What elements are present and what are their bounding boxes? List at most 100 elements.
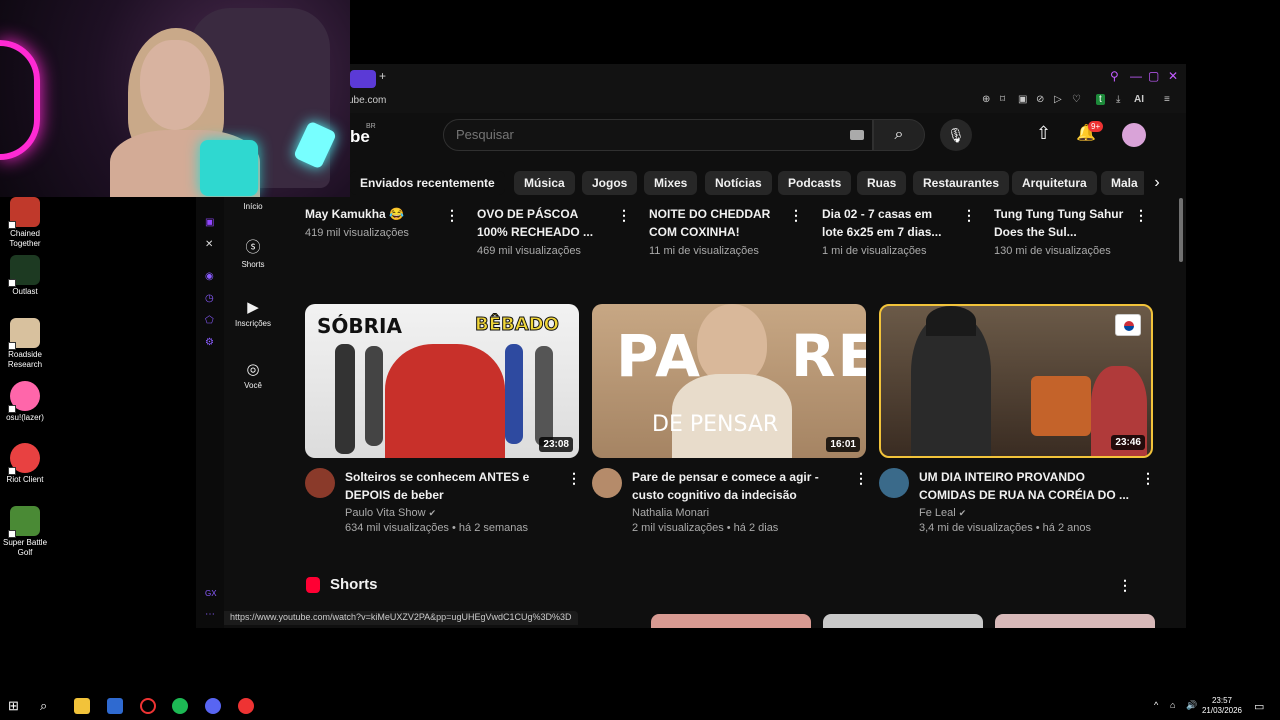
download-icon[interactable]: ⤓ (1116, 94, 1120, 105)
maximize-button[interactable]: ▢ (1148, 69, 1159, 83)
gx-icon[interactable]: GX (205, 589, 217, 598)
video-thumbnail[interactable]: SÓBRIA BÊBADO 23:08 (305, 304, 579, 458)
short-thumbnail[interactable] (651, 614, 811, 628)
channel-avatar[interactable] (879, 468, 909, 498)
spotify-icon[interactable] (172, 698, 188, 714)
search-button[interactable]: ⌕ (873, 119, 925, 151)
extension-icon[interactable]: t (1096, 94, 1105, 105)
video-card[interactable]: May Kamukha 😂 419 mil visualizações ⋮ (305, 205, 465, 239)
more-options-icon[interactable]: ⋮ (789, 207, 803, 224)
youtube-logo[interactable]: be (350, 127, 370, 147)
video-thumbnail[interactable]: 23:46 (879, 304, 1153, 458)
close-button[interactable]: ✕ (1168, 69, 1178, 83)
url-text[interactable]: ube.com (348, 95, 386, 106)
video-card[interactable]: NOITE DO CHEDDAR COM COXINHA! 11 mi de v… (649, 205, 809, 257)
voice-search-button[interactable]: 🎙 (940, 119, 972, 151)
chip-mala[interactable]: Mala (1101, 171, 1148, 195)
video-card[interactable]: SÓBRIA BÊBADO 23:08 Solteiros se conhece… (305, 304, 581, 534)
chip-arquitetura[interactable]: Arquitetura (1012, 171, 1097, 195)
search-tabs-icon[interactable]: ⚲ (1110, 69, 1119, 83)
video-card[interactable]: Dia 02 - 7 casas em lote 6x25 em 7 dias.… (822, 205, 982, 257)
network-icon[interactable]: ⌂ (1170, 700, 1175, 710)
chip-musica[interactable]: Música (514, 171, 575, 195)
desktop-icon-chained-together[interactable]: Chained Together (2, 197, 48, 249)
snapshot-icon[interactable]: ▣ (1018, 94, 1027, 105)
desktop-icon-roadside-research[interactable]: Roadside Research (2, 318, 48, 370)
video-title[interactable]: Tung Tung Tung Sahur Does the Sul... (994, 205, 1124, 241)
desktop-icon-osu[interactable]: osu!(lazer) (2, 381, 48, 423)
ai-button[interactable]: AI (1134, 94, 1144, 105)
video-title[interactable]: Pare de pensar e comece a agir - custo c… (632, 468, 842, 504)
video-card[interactable]: 23:46 UM DIA INTEIRO PROVANDO COMIDAS DE… (879, 304, 1155, 534)
desktop-icon-super-battle-golf[interactable]: Super Battle Golf (2, 506, 48, 558)
new-tab-button[interactable]: + (379, 69, 386, 83)
chip-enviados-recentemente[interactable]: Enviados recentemente (350, 171, 505, 195)
shield-icon[interactable]: ⊘ (1036, 94, 1044, 105)
file-explorer-icon[interactable] (74, 698, 90, 714)
channel-avatar[interactable] (305, 468, 335, 498)
search-icon[interactable]: ⌕ (40, 698, 56, 714)
settings-icon[interactable]: ⚙ (205, 337, 214, 348)
more-options-icon[interactable]: ⋮ (854, 470, 868, 487)
guide-item-voce[interactable]: ◎ Você (224, 360, 282, 390)
more-options-icon[interactable]: ⋮ (1134, 207, 1148, 224)
app-icon[interactable] (238, 698, 254, 714)
more-icon[interactable]: ⋯ (205, 609, 215, 620)
channel-avatar[interactable] (592, 468, 622, 498)
video-card[interactable]: PA RE DE PENSAR 16:01 Pare de pensar e c… (592, 304, 868, 534)
chip-noticias[interactable]: Notícias (705, 171, 772, 195)
discord-icon[interactable] (205, 698, 221, 714)
chip-jogos[interactable]: Jogos (582, 171, 638, 195)
video-thumbnail[interactable]: PA RE DE PENSAR 16:01 (592, 304, 866, 458)
video-card[interactable]: OVO DE PÁSCOA 100% RECHEADO ... 469 mil … (477, 205, 637, 257)
chevron-right-icon[interactable]: › (1144, 171, 1170, 195)
more-options-icon[interactable]: ⋮ (567, 470, 581, 487)
more-options-icon[interactable]: ⋮ (962, 207, 976, 224)
video-title[interactable]: NOITE DO CHEDDAR COM COXINHA! (649, 205, 779, 241)
play-icon[interactable]: ▷ (1054, 94, 1062, 105)
channel-name[interactable]: Fe Leal ✔ (919, 507, 1129, 519)
desktop-icon-outlast[interactable]: Outlast (2, 255, 48, 297)
video-title[interactable]: May Kamukha 😂 (305, 205, 435, 223)
more-options-icon[interactable]: ⋮ (1118, 577, 1132, 594)
keyboard-icon[interactable] (850, 130, 864, 140)
guide-item-inicio[interactable]: Início (224, 202, 282, 211)
notification-center-icon[interactable]: ▭ (1254, 700, 1264, 713)
more-options-icon[interactable]: ⋮ (617, 207, 631, 224)
scrollbar[interactable] (1176, 198, 1186, 628)
search-input[interactable] (456, 127, 836, 142)
chip-restaurantes[interactable]: Restaurantes (913, 171, 1010, 195)
app-icon[interactable] (107, 698, 123, 714)
chevron-up-icon[interactable]: ^ (1154, 700, 1158, 710)
more-options-icon[interactable]: ⋮ (1141, 470, 1155, 487)
volume-icon[interactable]: 🔊 (1186, 700, 1197, 711)
channel-name[interactable]: Nathalia Monari (632, 507, 842, 519)
channel-name[interactable]: Paulo Vita Show ✔ (345, 507, 555, 519)
opera-gx-icon[interactable] (140, 698, 156, 714)
desktop-icon-riot-client[interactable]: Riot Client (2, 443, 48, 485)
twitch-icon[interactable]: ▣ (205, 217, 214, 228)
x-icon[interactable]: ✕ (205, 239, 213, 250)
windows-start-icon[interactable]: ⊞ (8, 698, 24, 714)
video-title[interactable]: Dia 02 - 7 casas em lote 6x25 em 7 dias.… (822, 205, 952, 241)
chip-ruas[interactable]: Ruas (857, 171, 907, 195)
guide-item-shorts[interactable]: ⓢ Shorts (224, 236, 282, 269)
clock[interactable]: 23:57 21/03/2026 (1200, 696, 1244, 716)
chip-podcasts[interactable]: Podcasts (778, 171, 852, 195)
zoom-icon[interactable]: ⊕ (982, 94, 990, 105)
guide-item-inscricoes[interactable]: ▶ Inscrições (224, 298, 282, 328)
tab-youtube[interactable] (350, 70, 376, 88)
history-icon[interactable]: ◷ (205, 293, 214, 304)
video-card[interactable]: Tung Tung Tung Sahur Does the Sul... 130… (994, 205, 1154, 257)
pin-icon[interactable]: ⌑ (1000, 94, 1005, 105)
short-thumbnail[interactable] (823, 614, 983, 628)
upload-icon[interactable]: ⇧ (1036, 123, 1051, 144)
avatar[interactable] (1122, 123, 1146, 147)
extensions-icon[interactable]: ⬠ (205, 315, 214, 326)
more-options-icon[interactable]: ⋮ (445, 207, 459, 224)
scrollbar-thumb[interactable] (1179, 198, 1183, 262)
heart-icon[interactable]: ♡ (1072, 94, 1081, 105)
menu-icon[interactable]: ≡ (1164, 94, 1170, 105)
player-icon[interactable]: ◉ (205, 271, 214, 282)
video-title[interactable]: Solteiros se conhecem ANTES e DEPOIS de … (345, 468, 555, 504)
